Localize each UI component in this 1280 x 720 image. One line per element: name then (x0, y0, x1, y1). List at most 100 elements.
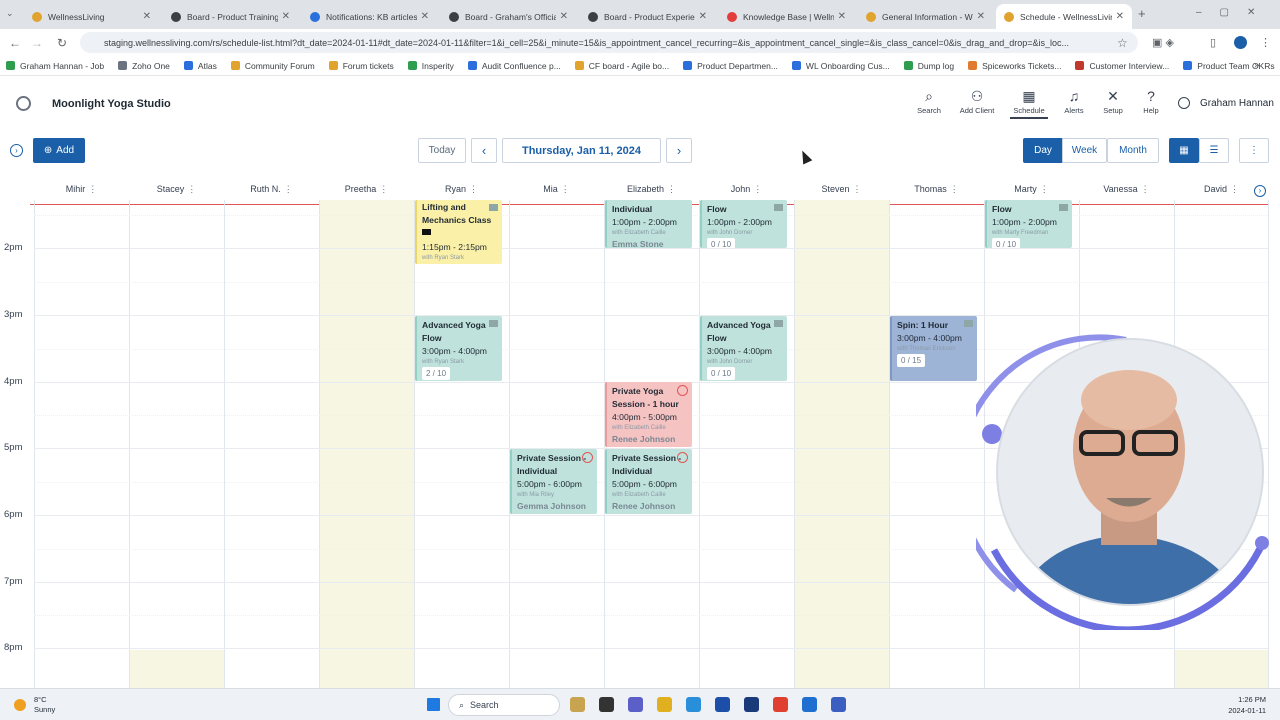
event-client[interactable]: Gemma Johnson (517, 500, 592, 513)
event-client[interactable]: Renee Johnson (612, 433, 687, 446)
browser-tab[interactable]: WellnessLiving ✕ (24, 4, 159, 29)
more-options-icon[interactable]: ⋮ (1239, 138, 1269, 163)
teams-work-icon[interactable] (831, 697, 846, 712)
browser-tab[interactable]: Schedule - WellnessLiving ✕ (996, 4, 1132, 29)
tab-close-icon[interactable]: ✕ (143, 11, 151, 22)
staff-menu-icon[interactable]: ⋮ (561, 184, 570, 194)
schedule-event[interactable]: Advanced Yoga Flow 3:00pm - 4:00pm with Jo… (700, 316, 787, 381)
store-icon[interactable] (715, 697, 730, 712)
event-client[interactable]: Renee Johnson (612, 500, 687, 513)
terminal-icon[interactable] (599, 697, 614, 712)
staff-menu-icon[interactable]: ⋮ (379, 184, 388, 194)
calendar-view-icon[interactable]: ▦ (1169, 138, 1199, 163)
browser-menu-icon[interactable]: ⋮ (1260, 36, 1271, 49)
bookmark-item[interactable]: Community Forum (230, 61, 315, 71)
clock-time[interactable]: 1:26 PM (1206, 694, 1266, 705)
teams-icon[interactable] (628, 697, 643, 712)
launcher-icon[interactable] (744, 697, 759, 712)
add-button[interactable]: ⊕ Add (33, 138, 85, 163)
staff-menu-icon[interactable]: ⋮ (950, 184, 959, 194)
forward-icon[interactable]: → (26, 36, 48, 50)
staff-header[interactable]: Stacey ⋮ (129, 184, 224, 195)
reload-icon[interactable]: ↻ (51, 36, 73, 50)
edge-icon[interactable] (686, 697, 701, 712)
schedule-event[interactable]: Individual 1:00pm - 2:00pm with Elizabeth … (605, 200, 692, 248)
nav-search[interactable]: ⌕ Search (914, 86, 944, 115)
staff-menu-icon[interactable]: ⋮ (667, 184, 676, 194)
nav-setup[interactable]: ✕ Setup (1099, 86, 1127, 115)
bookmark-item[interactable]: Atlas (183, 61, 217, 71)
taskbar-search[interactable]: ⌕ Search (448, 694, 560, 716)
bookmark-item[interactable]: Audit Confluence p... (467, 61, 561, 71)
tab-close-icon[interactable]: ✕ (421, 11, 429, 22)
schedule-event[interactable]: Private Session - Individual 5:00pm - 6:0… (510, 449, 597, 514)
staff-menu-icon[interactable]: ⋮ (284, 184, 293, 194)
staff-menu-icon[interactable]: ⋮ (853, 184, 862, 194)
schedule-event[interactable]: Flow 1:00pm - 2:00pm with Marty Freedman 0 … (985, 200, 1072, 248)
bookmark-star-icon[interactable]: ☆ (1117, 36, 1128, 50)
staff-menu-icon[interactable]: ⋮ (1230, 184, 1239, 194)
user-menu[interactable]: Graham Hannan (1178, 97, 1274, 109)
staff-header[interactable]: Thomas ⋮ (889, 184, 984, 195)
schedule-event[interactable]: Private Session - Individual 5:00pm - 6:0… (605, 449, 692, 514)
bookmarks-overflow-icon[interactable]: » (1254, 60, 1260, 71)
nav-alerts[interactable]: ♫ Alerts (1060, 86, 1088, 115)
studio-logo-icon[interactable] (16, 96, 31, 111)
extensions-icon[interactable]: ▣ ◈ (1152, 36, 1174, 49)
bookmark-item[interactable]: WL Onboarding Cus... (791, 61, 890, 71)
url-field[interactable]: staging.wellnessliving.com/rs/schedule-l… (80, 32, 1138, 53)
chrome-icon[interactable] (773, 697, 788, 712)
window-controls[interactable]: –▢✕ (1196, 7, 1273, 18)
next-staff-icon[interactable]: › (1254, 185, 1266, 197)
staff-menu-icon[interactable]: ⋮ (187, 184, 196, 194)
schedule-event[interactable]: Spin: 1 Hour 3:00pm - 4:00pm with Thomas E… (890, 316, 977, 381)
staff-menu-icon[interactable]: ⋮ (1040, 184, 1049, 194)
browser-tab[interactable]: Board - Product Experien ✕ (580, 4, 715, 29)
new-tab-button[interactable]: + (1138, 6, 1146, 21)
staff-header[interactable]: Preetha ⋮ (319, 184, 414, 195)
browser-tab[interactable]: Knowledge Base | Wellne ✕ (719, 4, 854, 29)
tab-close-icon[interactable]: ✕ (699, 11, 707, 22)
tab-close-icon[interactable]: ✕ (977, 11, 985, 22)
nav-schedule[interactable]: ▦ Schedule (1010, 86, 1048, 119)
clock-date[interactable]: 2024-01-11 (1206, 705, 1266, 716)
schedule-event[interactable]: Flow 1:00pm - 2:00pm with John Dorner 0 / 1… (700, 200, 787, 248)
view-day-button[interactable]: Day (1023, 138, 1063, 163)
bookmark-item[interactable]: Product Departmen... (683, 61, 778, 71)
weather-widget[interactable]: 8°C Sunny (14, 695, 55, 715)
next-day-button[interactable]: › (666, 138, 692, 163)
bookmark-item[interactable]: Zoho One (118, 61, 170, 71)
bookmark-item[interactable]: Insperity (407, 61, 454, 71)
schedule-event[interactable]: Private Yoga Session - 1 hour 4:00pm - 5:… (605, 382, 692, 447)
bookmark-item[interactable]: Dump log (903, 61, 954, 71)
list-view-icon[interactable]: ☰ (1199, 138, 1229, 163)
expand-sidebar-icon[interactable]: › (10, 144, 23, 157)
staff-menu-icon[interactable]: ⋮ (469, 184, 478, 194)
view-month-button[interactable]: Month (1107, 138, 1159, 163)
staff-header[interactable]: Ryan ⋮ (414, 184, 509, 195)
tab-close-icon[interactable]: ✕ (838, 11, 846, 22)
back-icon[interactable]: ← (4, 36, 26, 50)
view-week-button[interactable]: Week (1062, 138, 1107, 163)
staff-header[interactable]: John ⋮ (699, 184, 794, 195)
today-button[interactable]: Today (418, 138, 466, 163)
browser-tab[interactable]: General Information - We ✕ (858, 4, 993, 29)
staff-header[interactable]: Vanessa ⋮ (1079, 184, 1174, 195)
tab-close-icon[interactable]: ✕ (560, 11, 568, 22)
staff-header[interactable]: Mia ⋮ (509, 184, 604, 195)
browser-tab[interactable]: Notifications: KB articles ✕ (302, 4, 437, 29)
date-picker[interactable]: Thursday, Jan 11, 2024 (502, 138, 661, 163)
folder-icon[interactable] (657, 697, 672, 712)
bookmark-item[interactable]: Graham Hannan - Job (6, 61, 104, 71)
schedule-event[interactable]: Advanced Yoga Flow 3:00pm - 4:00pm with Ry… (415, 316, 502, 381)
tab-close-icon[interactable]: ✕ (282, 11, 290, 22)
event-client[interactable]: Emma Stone (612, 238, 687, 248)
nav-help[interactable]: ? Help (1138, 86, 1164, 115)
file-explorer-icon[interactable] (570, 697, 585, 712)
outlook-icon[interactable] (802, 697, 817, 712)
staff-header[interactable]: Steven ⋮ (794, 184, 889, 195)
profile-icon[interactable] (1234, 36, 1247, 49)
staff-header[interactable]: Marty ⋮ (984, 184, 1079, 195)
staff-menu-icon[interactable]: ⋮ (753, 184, 762, 194)
browser-tab[interactable]: Board - Graham's Official ✕ (441, 4, 576, 29)
